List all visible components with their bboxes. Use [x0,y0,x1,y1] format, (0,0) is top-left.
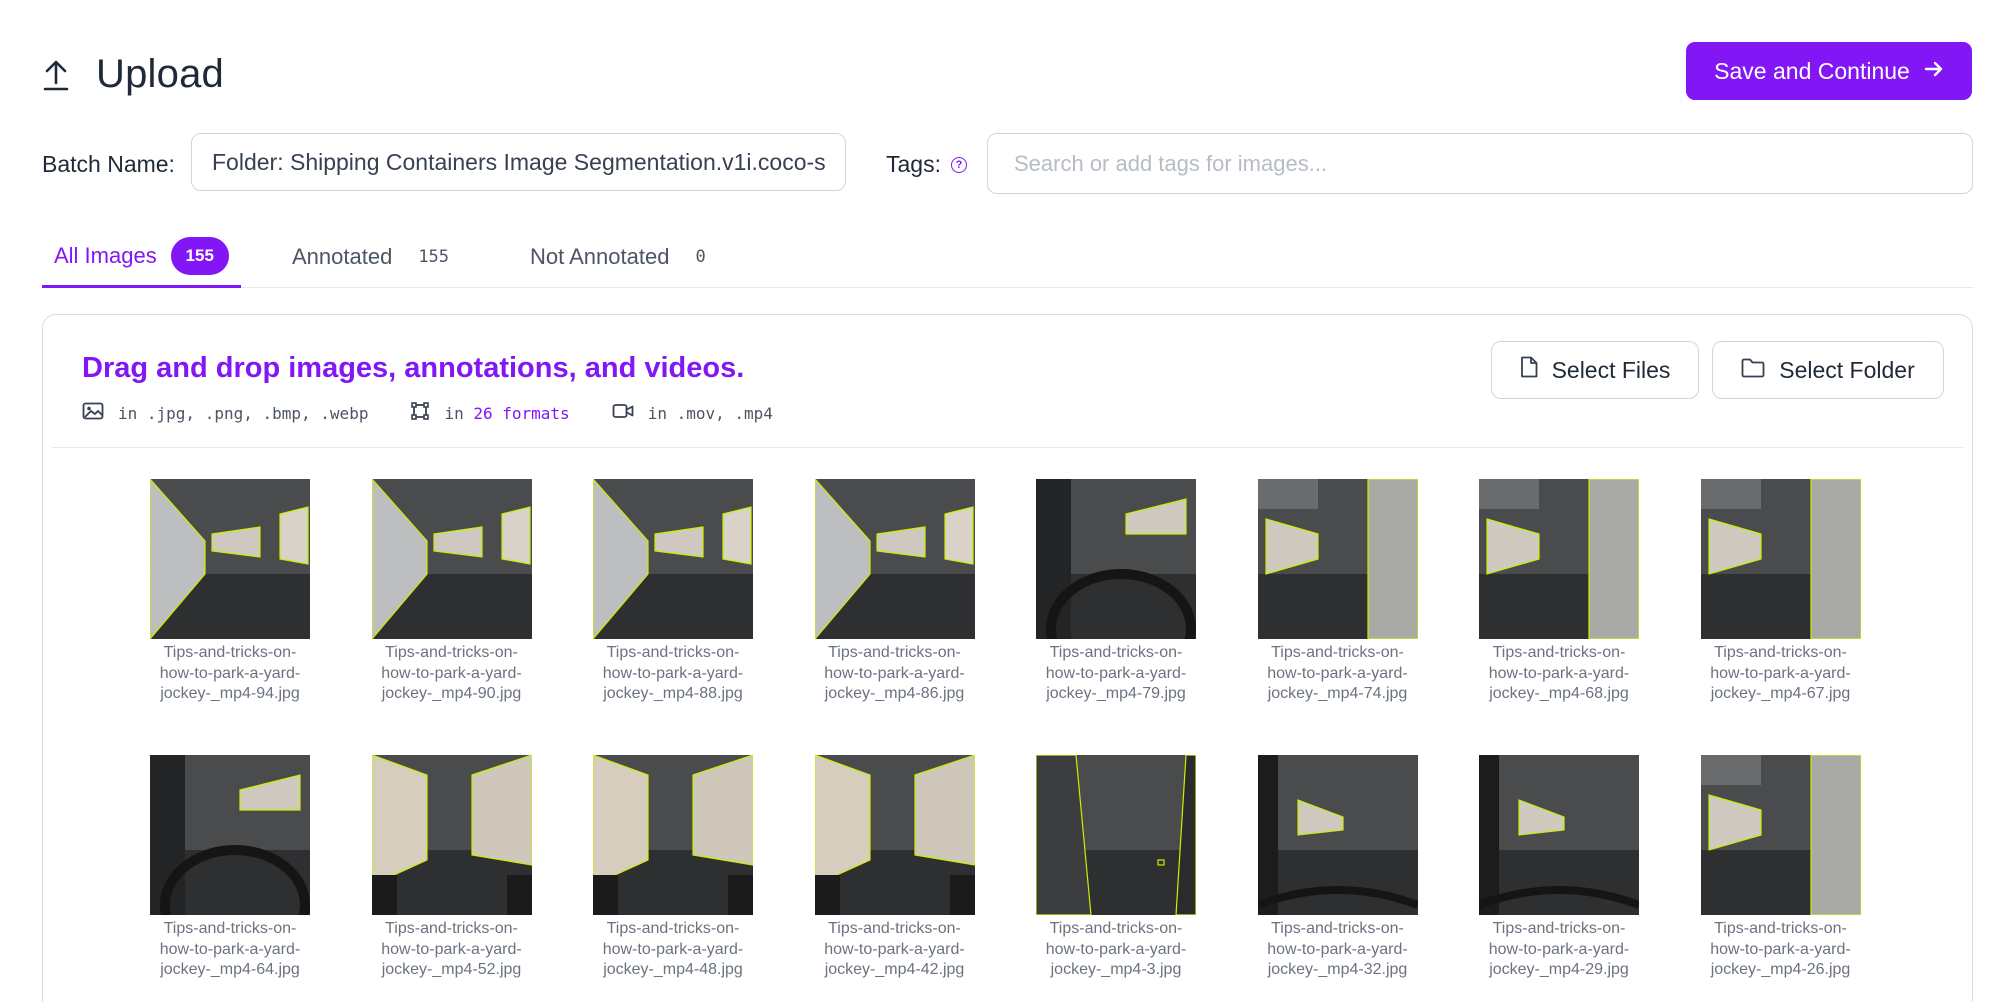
image-preview[interactable] [1036,755,1196,915]
folder-icon [1741,357,1765,384]
image-filename: Tips-and-tricks-on-how-to-park-a-yard-jo… [1710,644,1851,702]
image-filename: Tips-and-tricks-on-how-to-park-a-yard-jo… [159,644,301,702]
image-preview[interactable] [814,479,975,639]
image-filename: Tips-and-tricks-on-how-to-park-a-yard-jo… [159,920,301,978]
image-thumbnail[interactable]: Tips-and-tricks-on-how-to-park-a-yard-jo… [1700,479,1861,705]
image-preview[interactable] [1479,479,1639,639]
tab-count: 155 [418,247,450,267]
image-thumbnail[interactable]: Tips-and-tricks-on-how-to-park-a-yard-jo… [1479,755,1639,981]
arrow-right-icon [1924,58,1944,85]
tab-label: All Images [54,242,157,268]
image-icon [82,402,104,424]
tab-count: 0 [695,247,706,267]
page-title: Upload [96,52,224,96]
save-button-label: Save and Continue [1714,57,1910,84]
image-thumbnail[interactable]: Tips-and-tricks-on-how-to-park-a-yard-jo… [1479,479,1639,705]
image-filename: Tips-and-tricks-on-how-to-park-a-yard-jo… [381,920,522,978]
image-filename: Tips-and-tricks-on-how-to-park-a-yard-jo… [1488,644,1630,702]
image-preview[interactable] [150,755,310,915]
select-files-button[interactable]: Select Files [1491,341,1699,399]
annotation-formats-prefix: in [444,403,464,423]
image-preview[interactable] [814,755,975,915]
image-filename: Tips-and-tricks-on-how-to-park-a-yard-jo… [602,920,744,978]
supported-formats: in .jpg, .png, .bmp, .webp in 26 formats… [82,401,815,425]
image-filename: Tips-and-tricks-on-how-to-park-a-yard-jo… [1267,920,1408,978]
bounding-box-icon [410,401,430,425]
image-preview[interactable] [1700,479,1861,639]
image-thumbnail[interactable]: Tips-and-tricks-on-how-to-park-a-yard-jo… [150,479,310,705]
tags-search-input[interactable] [987,133,1973,194]
image-thumbnail[interactable]: Tips-and-tricks-on-how-to-park-a-yard-jo… [1036,755,1196,981]
image-preview[interactable] [371,479,532,639]
image-preview[interactable] [593,755,753,915]
tab-label: Not Annotated [530,244,670,269]
image-preview[interactable] [1257,755,1418,915]
select-folder-label: Select Folder [1779,356,1915,383]
image-preview[interactable] [1036,479,1196,639]
tab-all-images[interactable]: All Images 155 [42,226,241,288]
dropzone-title: Drag and drop images, annotations, and v… [82,352,745,384]
save-and-continue-button[interactable]: Save and Continue [1686,42,1972,100]
image-filename: Tips-and-tricks-on-how-to-park-a-yard-jo… [824,644,965,702]
select-files-label: Select Files [1551,356,1671,383]
image-thumbnail[interactable]: Tips-and-tricks-on-how-to-park-a-yard-jo… [814,479,975,705]
image-thumbnail[interactable]: Tips-and-tricks-on-how-to-park-a-yard-jo… [1257,755,1418,981]
panel-divider [52,447,1963,448]
batch-name-label: Batch Name: [42,151,175,177]
image-filename: Tips-and-tricks-on-how-to-park-a-yard-jo… [1267,644,1408,702]
image-thumbnail[interactable]: Tips-and-tricks-on-how-to-park-a-yard-jo… [593,479,753,705]
image-filename: Tips-and-tricks-on-how-to-park-a-yard-jo… [1045,644,1187,702]
image-thumbnail[interactable]: Tips-and-tricks-on-how-to-park-a-yard-jo… [371,755,532,981]
video-formats: in .mov, .mp4 [612,402,773,424]
tab-annotated[interactable]: Annotated 155 [292,226,449,288]
video-icon [612,402,634,424]
dropzone-panel[interactable]: Drag and drop images, annotations, and v… [42,314,1973,1002]
image-formats: in .jpg, .png, .bmp, .webp [82,402,368,424]
video-formats-text: in .mov, .mp4 [647,403,773,423]
page-header: Upload [42,52,224,97]
image-preview[interactable] [371,755,532,915]
image-preview[interactable] [150,479,310,639]
file-icon [1520,356,1538,384]
image-filename: Tips-and-tricks-on-how-to-park-a-yard-jo… [381,644,522,702]
select-folder-button[interactable]: Select Folder [1712,341,1944,399]
image-filename: Tips-and-tricks-on-how-to-park-a-yard-jo… [1488,920,1630,978]
image-thumbnail[interactable]: Tips-and-tricks-on-how-to-park-a-yard-jo… [1700,755,1861,981]
image-thumbnail[interactable]: Tips-and-tricks-on-how-to-park-a-yard-jo… [814,755,975,981]
image-thumbnail[interactable]: Tips-and-tricks-on-how-to-park-a-yard-jo… [371,479,532,705]
annotation-formats: in 26 formats [410,401,570,425]
batch-name-input[interactable] [191,133,846,191]
image-filename: Tips-and-tricks-on-how-to-park-a-yard-jo… [1045,920,1187,978]
image-thumbnail[interactable]: Tips-and-tricks-on-how-to-park-a-yard-jo… [1036,479,1196,705]
annotation-formats-link[interactable]: 26 formats [473,404,569,423]
image-preview[interactable] [1479,755,1639,915]
image-filename: Tips-and-tricks-on-how-to-park-a-yard-jo… [602,644,744,702]
image-preview[interactable] [593,479,753,639]
image-filter-tabs: All Images 155 Annotated 155 Not Annotat… [42,226,1973,288]
image-thumbnail[interactable]: Tips-and-tricks-on-how-to-park-a-yard-jo… [1257,479,1418,705]
image-filename: Tips-and-tricks-on-how-to-park-a-yard-jo… [1710,920,1851,978]
tab-label: Annotated [292,244,393,269]
image-preview[interactable] [1700,755,1861,915]
help-icon[interactable]: ? [950,156,967,173]
upload-icon [42,58,72,92]
image-filename: Tips-and-tricks-on-how-to-park-a-yard-jo… [824,920,965,978]
tab-not-annotated[interactable]: Not Annotated 0 [530,226,706,288]
image-formats-text: in .jpg, .png, .bmp, .webp [118,403,369,423]
image-preview[interactable] [1257,479,1418,639]
image-thumbnail[interactable]: Tips-and-tricks-on-how-to-park-a-yard-jo… [593,755,753,981]
image-thumbnail[interactable]: Tips-and-tricks-on-how-to-park-a-yard-jo… [150,755,310,981]
tags-label-group: Tags: ? [886,151,967,178]
tags-label: Tags: [886,151,941,177]
tab-count-badge: 155 [170,236,229,275]
